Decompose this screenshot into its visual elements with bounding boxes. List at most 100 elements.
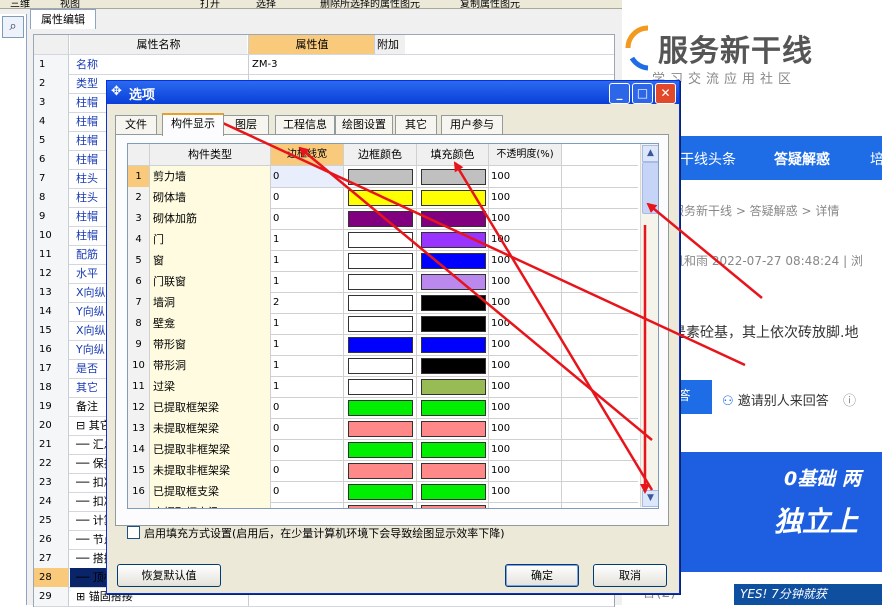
opacity-cell[interactable]: 100 xyxy=(489,292,562,313)
search-icon[interactable]: ⌕ xyxy=(2,16,24,38)
border-width-cell[interactable]: 1 xyxy=(271,271,344,292)
border-color-cell[interactable] xyxy=(344,460,417,481)
component-row[interactable]: 15 未提取非框架梁 0 100 xyxy=(128,460,638,482)
component-row[interactable]: 3 砌体加筋 0 100 xyxy=(128,208,638,230)
property-row[interactable]: 1 名称 ZM-3 xyxy=(34,55,614,75)
border-color-cell[interactable] xyxy=(344,229,417,250)
border-width-cell[interactable]: 1 xyxy=(271,355,344,376)
invite-button[interactable]: ⚇ 邀请别人来回答 ⓘ xyxy=(722,390,856,409)
component-row[interactable]: 10 带形洞 1 100 xyxy=(128,355,638,377)
opacity-cell[interactable]: 100 xyxy=(489,250,562,271)
border-color-cell[interactable] xyxy=(344,313,417,334)
site-title[interactable]: 服务新干线 xyxy=(658,26,813,70)
toolbar-item[interactable]: 三维 xyxy=(10,0,30,8)
fill-color-cell[interactable] xyxy=(417,250,489,271)
component-row[interactable]: 7 墙洞 2 100 xyxy=(128,292,638,314)
scroll-up-icon[interactable]: ▲ xyxy=(642,145,658,162)
border-width-cell[interactable]: 1 xyxy=(271,376,344,397)
fill-color-swatch[interactable] xyxy=(421,358,486,374)
fill-color-cell[interactable] xyxy=(417,502,489,508)
fill-color-cell[interactable] xyxy=(417,271,489,292)
nav-item-training[interactable]: 培 xyxy=(870,149,882,169)
ok-button[interactable]: 确定 xyxy=(505,564,579,587)
border-color-cell[interactable] xyxy=(344,502,417,508)
border-color-cell[interactable] xyxy=(344,481,417,502)
border-width-cell[interactable]: 0 xyxy=(271,208,344,229)
nav-item-headlines[interactable]: 干线头条 xyxy=(680,149,736,169)
opacity-cell[interactable]: 100 xyxy=(489,229,562,250)
opacity-cell[interactable]: 100 xyxy=(489,208,562,229)
fill-color-cell[interactable] xyxy=(417,397,489,418)
fill-color-cell[interactable] xyxy=(417,418,489,439)
opacity-cell[interactable]: 100 xyxy=(489,355,562,376)
fill-color-swatch[interactable] xyxy=(421,190,486,206)
border-color-swatch[interactable] xyxy=(348,253,413,269)
opacity-cell[interactable]: 100 xyxy=(489,460,562,481)
close-icon[interactable]: ✕ xyxy=(655,83,676,104)
border-color-swatch[interactable] xyxy=(348,463,413,479)
border-width-cell[interactable]: 1 xyxy=(271,250,344,271)
toolbar-item[interactable]: 删除所选择的属性图元 xyxy=(320,0,420,8)
component-row[interactable]: 1 剪力墙 0 100 xyxy=(128,166,638,188)
fill-color-cell[interactable] xyxy=(417,187,489,208)
fill-color-cell[interactable] xyxy=(417,292,489,313)
fill-color-swatch[interactable] xyxy=(421,337,486,353)
fill-color-swatch[interactable] xyxy=(421,379,486,395)
opacity-cell[interactable]: 100 xyxy=(489,313,562,334)
border-color-cell[interactable] xyxy=(344,376,417,397)
fill-color-swatch[interactable] xyxy=(421,484,486,500)
component-row[interactable]: 17未提取框支梁0 100 xyxy=(128,502,638,508)
fill-color-cell[interactable] xyxy=(417,355,489,376)
tab-file[interactable]: 文件 xyxy=(115,115,157,134)
component-row[interactable]: 4 门 1 100 xyxy=(128,229,638,251)
fill-color-swatch[interactable] xyxy=(421,169,486,185)
fill-color-cell[interactable] xyxy=(417,481,489,502)
border-width-cell[interactable]: 1 xyxy=(271,334,344,355)
component-row[interactable]: 2 砌体墙 0 100 xyxy=(128,187,638,209)
border-color-cell[interactable] xyxy=(344,439,417,460)
checkbox-box[interactable] xyxy=(127,526,140,539)
border-color-cell[interactable] xyxy=(344,187,417,208)
ad-banner[interactable]: YES! 7分钟就获 xyxy=(734,584,882,605)
fill-color-cell[interactable] xyxy=(417,334,489,355)
scroll-thumb[interactable] xyxy=(642,162,658,214)
border-color-swatch[interactable] xyxy=(348,337,413,353)
fill-color-swatch[interactable] xyxy=(421,316,486,332)
fill-color-swatch[interactable] xyxy=(421,211,486,227)
toolbar-item[interactable]: 打开 xyxy=(200,0,220,8)
border-width-cell[interactable]: 0 xyxy=(271,418,344,439)
border-color-swatch[interactable] xyxy=(348,379,413,395)
fill-color-swatch[interactable] xyxy=(421,505,486,508)
fill-color-swatch[interactable] xyxy=(421,295,486,311)
border-color-swatch[interactable] xyxy=(348,358,413,374)
border-width-cell[interactable]: 0 xyxy=(271,166,344,187)
border-color-swatch[interactable] xyxy=(348,442,413,458)
border-width-cell[interactable]: 0 xyxy=(271,187,344,208)
fill-color-swatch[interactable] xyxy=(421,400,486,416)
fill-color-cell[interactable] xyxy=(417,376,489,397)
cancel-button[interactable]: 取消 xyxy=(593,564,667,587)
border-color-swatch[interactable] xyxy=(348,400,413,416)
toolbar-item[interactable]: 选择 xyxy=(256,0,276,8)
component-row[interactable]: 6 门联窗 1 100 xyxy=(128,271,638,293)
border-width-cell[interactable]: 2 xyxy=(271,292,344,313)
border-color-swatch[interactable] xyxy=(348,484,413,500)
opacity-cell[interactable]: 100 xyxy=(489,481,562,502)
border-width-cell[interactable]: 0 xyxy=(271,502,344,508)
border-color-swatch[interactable] xyxy=(348,421,413,437)
fill-color-cell[interactable] xyxy=(417,439,489,460)
col-border-color[interactable]: 边框颜色 xyxy=(344,144,417,165)
border-color-swatch[interactable] xyxy=(348,169,413,185)
toolbar-item[interactable]: 视图 xyxy=(60,0,80,8)
minimize-icon[interactable]: _ xyxy=(609,83,630,104)
fill-color-swatch[interactable] xyxy=(421,232,486,248)
fill-option-checkbox[interactable]: 启用填充方式设置(启用后，在少量计算机环境下会导致绘图显示效率下降) xyxy=(127,525,505,541)
tab-drawing-settings[interactable]: 绘图设置 xyxy=(335,115,393,134)
border-color-cell[interactable] xyxy=(344,418,417,439)
toolbar-item[interactable]: 复制属性图元 xyxy=(460,0,520,8)
col-fill-color[interactable]: 填充颜色 xyxy=(417,144,489,165)
border-color-swatch[interactable] xyxy=(348,295,413,311)
border-color-cell[interactable] xyxy=(344,271,417,292)
border-width-cell[interactable]: 0 xyxy=(271,460,344,481)
tab-property-edit[interactable]: 属性编辑 xyxy=(30,9,96,29)
